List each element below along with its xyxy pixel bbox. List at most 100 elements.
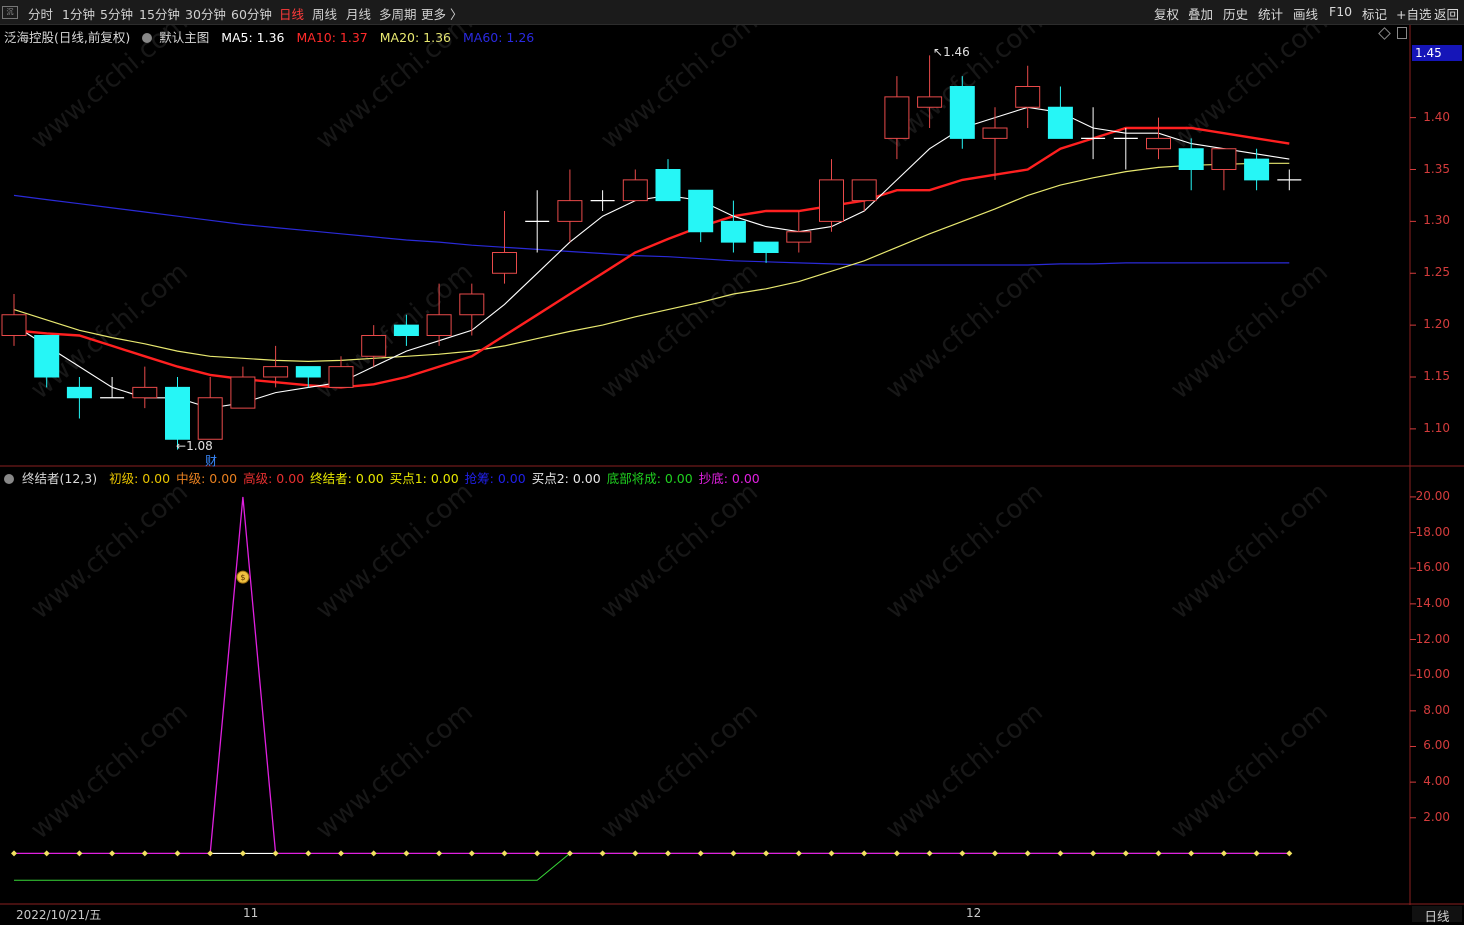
watermark-0: www.cfchi.com [25,25,194,155]
candle-2 [66,377,92,419]
signal-dot-23 [763,850,770,857]
tool-button-7[interactable]: +自选 [1392,3,1435,24]
finance-marker[interactable]: 财 [205,452,217,469]
tool-button-6[interactable]: 标记 [1358,3,1391,24]
kline-chart[interactable]: www.cfchi.com www.cfchi.com www.cfchi.com w… [0,25,1464,905]
price-grid [1410,117,1416,819]
indicator-tick-5: 10.00 [1415,667,1450,682]
period-tab-6[interactable]: 日线 [279,4,304,23]
candle-20 [655,159,681,202]
candle-body-14 [459,293,485,316]
indicator-item-5: 抢筹: 0.00 [464,471,526,486]
tool-button-3[interactable]: 统计 [1254,3,1287,24]
indicator-tick-7: 6.00 [1423,738,1450,753]
ma20-polyline [13,162,1290,363]
current-price-tag: 1.45 [1412,45,1462,61]
signal-dot-15 [501,850,508,857]
price-tick-3: 1.25 [1423,265,1450,280]
signal-dot-7 [239,850,246,857]
app-logo-icon: 沉 [2,6,18,19]
indicator-name[interactable]: 终结者(12,3) [22,471,97,486]
candle-body-27 [884,96,910,139]
price-tick-5: 1.15 [1423,369,1450,383]
candle-body-25 [819,179,844,222]
tool-button-8[interactable]: 返回 [1430,3,1463,24]
price-tick-1: 1.35 [1423,161,1450,176]
bottom-forming-line [14,852,1290,881]
signal-dot-29 [959,850,966,857]
period-tab-8[interactable]: 月线 [346,4,371,23]
period-tab-3[interactable]: 15分钟 [139,4,180,23]
candle-body-28 [917,96,943,108]
indicator-tick-4: 12.00 [1415,631,1450,646]
signal-dot-5 [174,850,181,857]
indicator-item-7: 底部将成: 0.00 [606,471,693,486]
candle-body-7 [230,376,256,409]
period-tab-5[interactable]: 60分钟 [231,4,272,23]
watermark-10: www.cfchi.com [25,477,194,625]
tool-button-4[interactable]: 画线 [1289,3,1322,24]
period-tab-2[interactable]: 5分钟 [100,4,133,23]
candle-32 [1047,86,1073,139]
candle-body-19 [622,179,648,202]
ma20-line [13,162,1290,363]
tool-button-1[interactable]: 叠加 [1184,3,1217,24]
candle-body-23 [753,241,779,253]
tool-button-2[interactable]: 历史 [1219,3,1252,24]
signal-dot-32 [1057,850,1064,857]
watermark-15: www.cfchi.com [25,697,194,845]
signal-dot-3 [109,850,116,857]
indicator-tick-8: 4.00 [1423,774,1450,789]
watermark-13: www.cfchi.com [880,477,1049,625]
signal-dot-25 [828,850,835,857]
candle-body-29 [949,86,975,139]
signal-dot-12 [403,850,410,857]
date-axis [0,905,1410,923]
signal-dot-16 [534,850,541,857]
period-button[interactable]: 日线 [1412,906,1462,924]
indicator-toggle-icon[interactable] [4,474,14,484]
signal-dot-10 [338,850,344,857]
candle-body-2 [66,386,92,399]
indicator-legend: 终结者(12,3) 初级: 0.00 中级: 0.00 高级: 0.00 终结者: 0… [4,468,768,487]
signal-dot-27 [893,850,900,857]
indicator-item-1: 中级: 0.00 [176,471,238,486]
candle-body-35 [1146,137,1171,150]
candle-body-10 [328,366,354,388]
candle-body-1 [34,335,60,378]
period-tab-9[interactable]: 多周期 [379,4,417,23]
signal-dot-24 [795,850,802,857]
signal-dot-6 [207,850,214,857]
month-mark-dec: 12 [966,906,982,920]
period-tab-10[interactable]: 更多 〉 [421,4,462,23]
ma60-polyline [13,194,1290,266]
candle-18 [590,190,615,211]
watermark-17: www.cfchi.com [595,697,764,845]
candle-body-4 [132,386,158,399]
watermark-11: www.cfchi.com [310,477,479,625]
candle-body-15 [492,252,517,274]
period-tab-0[interactable]: 分时 [28,4,53,23]
signal-dot-36 [1188,850,1195,857]
period-tab-7[interactable]: 周线 [312,4,337,23]
signal-dot-39 [1286,850,1293,857]
signal-dot-22 [730,850,737,857]
candle-body-37 [1211,148,1237,170]
signal-dot-34 [1122,850,1129,857]
candle-19 [622,169,648,202]
candle-body-13 [426,314,452,336]
candle-body-17 [557,200,583,222]
tool-button-5[interactable]: F10 [1325,3,1356,20]
period-tab-4[interactable]: 30分钟 [185,4,226,23]
signal-dot-13 [436,850,443,857]
signal-dot-33 [1090,850,1097,857]
candle-21 [688,189,714,243]
candle-26 [851,179,877,211]
period-tab-1[interactable]: 1分钟 [62,4,95,23]
tool-button-0[interactable]: 复权 [1150,3,1183,24]
candle-17 [557,169,583,243]
watermark-5: www.cfchi.com [25,257,194,405]
signal-dot-19 [632,850,639,857]
high-arrow-icon: ↖ [933,45,944,59]
candle-3 [100,377,125,399]
